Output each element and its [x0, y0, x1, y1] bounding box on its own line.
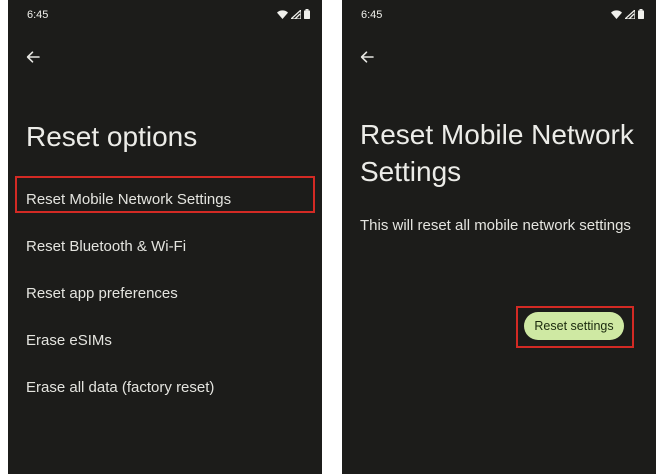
reset-options-screen: 6:45 Reset options Reset Mobile Network … [8, 0, 322, 474]
option-reset-mobile-network[interactable]: Reset Mobile Network Settings [8, 176, 322, 223]
page-title: Reset options [26, 121, 198, 152]
arrow-left-icon [360, 51, 374, 63]
status-icons [277, 9, 310, 19]
status-bar: 6:45 [8, 0, 322, 30]
reset-mobile-network-screen: 6:45 Reset Mobile Network Settings This … [342, 0, 656, 474]
status-icons [611, 9, 644, 19]
reset-description: This will reset all mobile network setti… [360, 217, 631, 234]
option-factory-reset[interactable]: Erase all data (factory reset) [8, 364, 322, 411]
status-bar: 6:45 [342, 0, 656, 30]
status-time: 6:45 [361, 9, 383, 21]
option-reset-bluetooth-wifi[interactable]: Reset Bluetooth & Wi-Fi [8, 223, 322, 270]
wifi-icon [277, 9, 288, 19]
battery-icon [304, 9, 310, 19]
option-erase-esims[interactable]: Erase eSIMs [8, 317, 322, 364]
status-time: 6:45 [27, 9, 49, 21]
battery-icon [638, 9, 644, 19]
back-button[interactable] [22, 46, 44, 68]
back-button[interactable] [356, 46, 378, 68]
wifi-icon [611, 9, 622, 19]
reset-options-list: Reset Mobile Network Settings Reset Blue… [8, 176, 322, 411]
option-reset-app-preferences[interactable]: Reset app preferences [8, 270, 322, 317]
arrow-left-icon [26, 51, 40, 63]
signal-icon [291, 9, 301, 19]
signal-icon [625, 9, 635, 19]
reset-settings-button[interactable]: Reset settings [524, 312, 624, 340]
screenshot-canvas: 6:45 Reset options Reset Mobile Network … [0, 0, 656, 474]
page-title: Reset Mobile Network Settings [360, 119, 634, 187]
